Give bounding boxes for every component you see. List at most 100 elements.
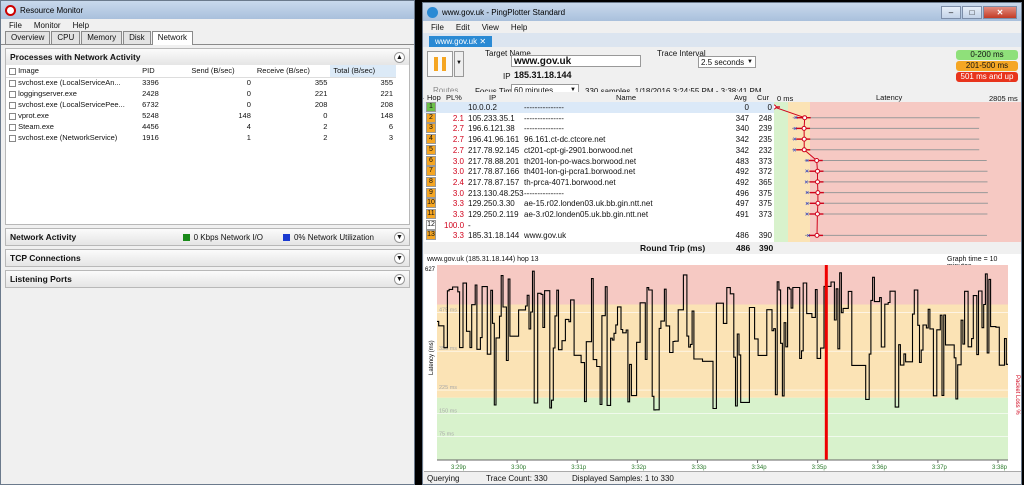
hop-row[interactable]: 9 3.0 213.130.48.253 --------------- 496 375 — [424, 187, 774, 199]
hop-cur-marker: × — [794, 115, 798, 122]
col-pid[interactable]: PID — [139, 65, 189, 78]
col-cur[interactable]: Cur — [757, 93, 769, 102]
row-checkbox[interactable] — [9, 112, 16, 120]
hop-number: 1 — [426, 102, 436, 112]
listening-ports-header[interactable]: Listening Ports ▼ — [6, 271, 409, 287]
row-checkbox[interactable] — [9, 101, 16, 109]
pp-menu-view[interactable]: View — [482, 23, 499, 32]
hop-row[interactable]: 4 2.7 196.41.96.161 96.161.ct-dc.ctcore.net… — [424, 134, 774, 145]
hop-cur: 375 — [758, 199, 772, 209]
processes-header[interactable]: Processes with Network Activity ▲ — [6, 49, 409, 65]
col-ip[interactable]: IP — [489, 93, 496, 102]
hop-row[interactable]: 12 100.0- — [424, 219, 774, 231]
pp-menu-help[interactable]: Help — [511, 23, 527, 32]
tab-memory[interactable]: Memory — [81, 31, 123, 44]
trace-interval-select[interactable]: 2.5 seconds ▼ — [698, 56, 756, 68]
hop-row[interactable]: 8 2.4 217.78.87.157 th-prca-4071.borwood.ne… — [424, 176, 774, 188]
processes-title: Processes with Network Activity — [10, 52, 141, 62]
row-checkbox[interactable] — [9, 123, 16, 131]
tab-network[interactable]: Network — [151, 31, 194, 45]
pause-button[interactable] — [427, 51, 453, 77]
table-cell: svchost.exe (LocalServicePee... — [6, 99, 139, 110]
hop-name: ae-15.r02.londen03.uk.bb.gin.ntt.net — [524, 199, 653, 209]
latency-timeline-chart[interactable]: 475 ms 350 ms 225 ms 150 ms 75 ms 627 Latency … — [424, 265, 1022, 471]
pp-menu-file[interactable]: File — [431, 23, 444, 32]
options-dropdown[interactable]: ▼ — [454, 51, 464, 77]
col-image[interactable]: Image — [6, 65, 140, 78]
col-name[interactable]: Name — [616, 93, 636, 102]
rm-menu-file[interactable]: File — [9, 21, 22, 30]
table-row[interactable]: vprot.exe 5248 148 0 148 — [6, 110, 396, 121]
table-row[interactable]: svchost.exe (LocalServiceAn... 3396 0 355 35… — [6, 77, 396, 88]
y-axis-label: Latency (ms) — [429, 340, 435, 375]
hop-ip: 105.233.35.1 — [468, 113, 515, 123]
avg-latency-point — [801, 125, 807, 131]
chevron-up-icon[interactable]: ▲ — [394, 51, 405, 63]
pp-titlebar[interactable]: www.gov.uk - PingPlotter Standard – □ ✕ — [423, 3, 1021, 21]
rm-title: Resource Monitor — [20, 5, 84, 15]
hop-row[interactable]: 13 3.3 185.31.18.144 www.gov.uk 486 390 — [424, 230, 774, 241]
col-avg[interactable]: Avg — [734, 93, 747, 102]
hop-cur-marker: × — [793, 126, 797, 133]
close-button[interactable]: ✕ — [983, 5, 1017, 19]
hop-row[interactable]: 2 2.1 105.233.35.1 --------------- 347 248 — [424, 112, 774, 124]
target-name-input[interactable]: www.gov.uk — [511, 55, 641, 67]
col-receive[interactable]: Receive (B/sec) — [253, 65, 331, 78]
avg-latency-point — [815, 190, 821, 196]
hop-row[interactable]: 3 2.7 196.6.121.38 --------------- 340 239 — [424, 123, 774, 134]
maximize-button[interactable]: □ — [962, 5, 982, 19]
hop-packet-loss: 3.0 — [452, 188, 464, 198]
chevron-down-icon[interactable]: ▼ — [394, 252, 405, 264]
table-row[interactable]: loggingserver.exe 2428 0 221 221 — [6, 88, 396, 99]
resource-monitor-window: Resource Monitor File Monitor Help Overv… — [0, 0, 415, 485]
tab-cpu[interactable]: CPU — [51, 31, 81, 44]
table-row[interactable]: svchost.exe (NetworkService) 1916 1 2 3 — [6, 132, 396, 143]
row-checkbox[interactable] — [9, 90, 16, 98]
hop-cur-marker: × — [805, 190, 809, 197]
minimize-button[interactable]: – — [941, 5, 961, 19]
hop-row[interactable]: 11 3.3 129.250.2.119 ae-3.r02.londen05.uk.b… — [424, 209, 774, 220]
pp-menu-edit[interactable]: Edit — [456, 23, 470, 32]
table-cell: 6 — [388, 122, 393, 131]
hop-row[interactable]: 7 3.0 217.78.87.166 th401-lon-gi-pcra1.borw… — [424, 166, 774, 177]
row-checkbox[interactable] — [9, 134, 16, 142]
hop-row[interactable]: 10 3.3 129.250.3.30 ae-15.r02.londen03.uk.b… — [424, 198, 774, 209]
hop-avg: 496 — [735, 188, 749, 198]
tab-disk[interactable]: Disk — [123, 31, 151, 44]
row-checkbox[interactable] — [9, 79, 16, 87]
col-send[interactable]: Send (B/sec) — [188, 65, 254, 78]
hop-row[interactable]: 1 10.0.0.2 --------------- 0 0 — [424, 102, 774, 113]
tab-overview[interactable]: Overview — [5, 31, 51, 44]
hop-number: 8 — [426, 176, 436, 187]
displayed-samples: Displayed Samples: 1 to 330 — [572, 474, 674, 483]
hop-packet-loss: 2.7 — [452, 135, 464, 145]
hop-row[interactable]: 5 2.7 217.78.92.145 ct201-cpt-gi-2901.borwo… — [424, 144, 774, 156]
hop-row[interactable]: 6 3.0 217.78.88.201 th201-lon-po-wacs.borwo… — [424, 155, 774, 167]
hop-name: --------------- — [524, 103, 564, 112]
legend-warn: 201-500 ms — [956, 61, 1018, 71]
tcp-connections-header[interactable]: TCP Connections ▼ — [6, 250, 409, 266]
table-row[interactable]: Steam.exe 4456 4 2 6 — [6, 121, 396, 132]
y-top-tick: 627 — [425, 267, 436, 273]
col-total[interactable]: Total (B/sec) — [330, 65, 396, 78]
table-cell: 0 — [246, 100, 251, 109]
rm-menu-monitor[interactable]: Monitor — [34, 21, 61, 30]
hop-number: 13 — [426, 230, 436, 241]
network-activity-header[interactable]: Network Activity 0 Kbps Network I/O 0% Net… — [6, 229, 409, 245]
table-cell: 3396 — [142, 78, 159, 88]
target-tab[interactable]: www.gov.uk ✕ — [429, 36, 493, 47]
col-pl[interactable]: PL% — [446, 93, 462, 102]
col-hop[interactable]: Hop — [427, 93, 441, 102]
hop-packet-loss: 3.0 — [452, 156, 464, 166]
chevron-down-icon[interactable]: ▼ — [394, 231, 405, 243]
chevron-down-icon[interactable]: ▼ — [394, 273, 405, 285]
ports-title: Listening Ports — [10, 274, 72, 284]
pp-menubar: File Edit View Help — [423, 21, 1021, 33]
rm-menu-help[interactable]: Help — [73, 21, 89, 30]
select-all-checkbox[interactable] — [9, 67, 16, 75]
rm-titlebar[interactable]: Resource Monitor — [1, 1, 414, 19]
table-row[interactable]: svchost.exe (LocalServicePee... 6732 0 208 2… — [6, 99, 396, 110]
hop-avg: 347 — [735, 113, 749, 123]
table-cell: 0 — [246, 78, 251, 88]
hop-cur-marker: × — [805, 169, 809, 176]
